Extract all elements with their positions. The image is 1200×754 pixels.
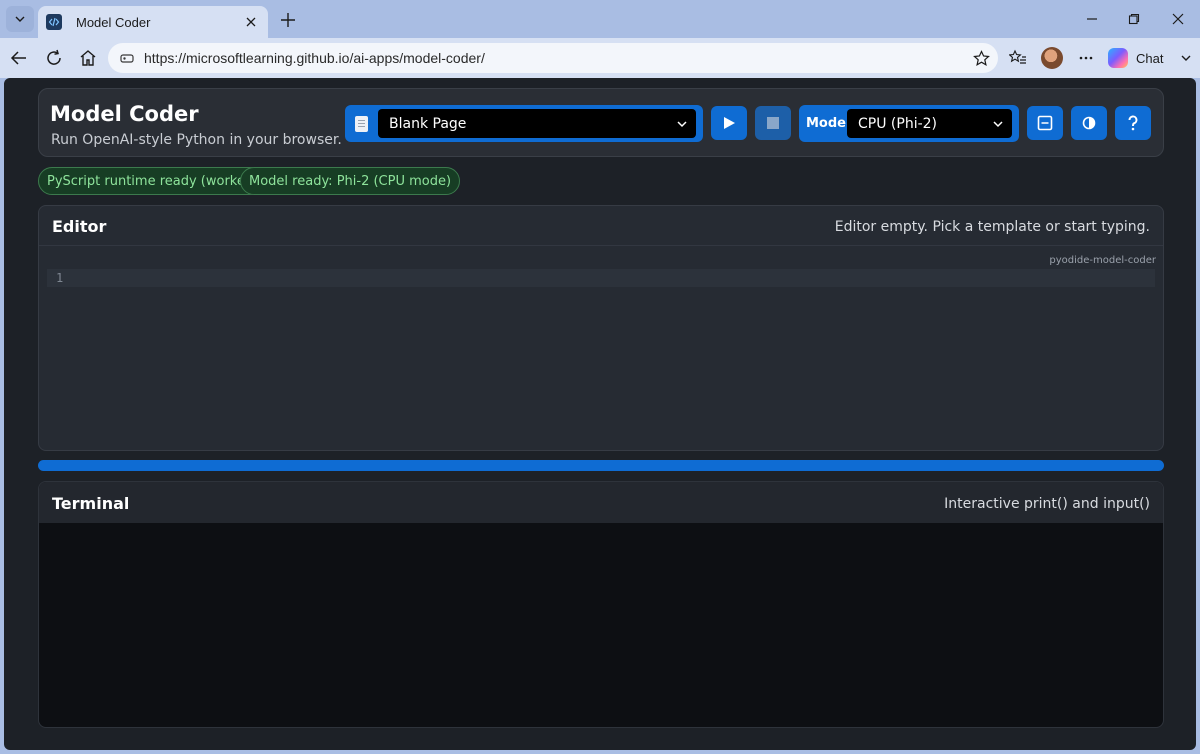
status-badge-model: Model ready: Phi-2 (CPU mode) (240, 167, 461, 195)
terminal-header: Terminal Interactive print() and input() (39, 482, 1163, 523)
minimize-icon (1087, 18, 1097, 20)
close-icon (1172, 13, 1184, 25)
copilot-chat-button[interactable]: Chat (1108, 44, 1172, 72)
app-header: Model Coder Run OpenAI-style Python in y… (38, 88, 1164, 157)
plus-icon (281, 13, 295, 27)
home-button[interactable] (74, 44, 102, 72)
home-icon (80, 50, 96, 66)
mode-select[interactable]: CPU (Phi-2) (847, 109, 1012, 138)
editor-status-note: Editor empty. Pick a template or start t… (834, 219, 1150, 235)
stop-button[interactable] (755, 106, 791, 140)
terminal-panel: Terminal Interactive print() and input() (38, 481, 1164, 728)
url-text[interactable]: https://microsoftlearning.github.io/ai-a… (144, 50, 485, 66)
chevron-down-icon (1181, 55, 1191, 61)
panel-resize-handle[interactable] (38, 460, 1164, 471)
theme-toggle-button[interactable] (1071, 106, 1107, 140)
status-badge-runtime-text: PyScript runtime ready (worker) (47, 173, 256, 189)
layout-toggle-button[interactable] (1027, 106, 1063, 140)
editor-panel: Editor Editor empty. Pick a template or … (38, 205, 1164, 451)
more-horizontal-icon (1079, 56, 1093, 60)
status-badge-model-text: Model ready: Phi-2 (CPU mode) (249, 173, 452, 189)
refresh-button[interactable] (40, 44, 68, 72)
code-editor[interactable]: 1 (47, 269, 1155, 287)
help-button[interactable] (1115, 106, 1151, 140)
tab-actions-button[interactable] (6, 6, 34, 32)
code-favicon-icon (46, 14, 62, 30)
contrast-icon (1082, 116, 1096, 130)
mode-select-value: CPU (Phi-2) (858, 115, 938, 132)
line-number: 1 (56, 271, 64, 285)
page-title: Model Coder (50, 102, 199, 126)
address-bar[interactable]: https://microsoftlearning.github.io/ai-a… (108, 43, 998, 73)
refresh-icon (47, 49, 61, 65)
close-window-button[interactable] (1158, 6, 1198, 32)
page-viewport: Model Coder Run OpenAI-style Python in y… (4, 78, 1196, 750)
status-badge-runtime: PyScript runtime ready (worker) (38, 167, 265, 195)
chevron-down-icon (993, 121, 1003, 128)
editor-divider (39, 245, 1163, 246)
terminal-output[interactable] (39, 523, 1163, 727)
back-button[interactable] (5, 44, 33, 72)
browser-tab[interactable]: Model Coder (38, 6, 268, 38)
browser-titlebar: Model Coder (0, 0, 1200, 38)
new-tab-button[interactable] (276, 8, 300, 32)
browser-toolbar: https://microsoftlearning.github.io/ai-a… (0, 38, 1200, 78)
favorite-star-icon[interactable] (973, 50, 990, 67)
question-mark-icon (1128, 115, 1138, 131)
restore-icon (1128, 13, 1140, 25)
chat-label: Chat (1136, 50, 1164, 66)
favorites-button[interactable] (1004, 44, 1032, 72)
template-select[interactable]: Blank Page (378, 109, 696, 138)
page-subtitle: Run OpenAI-style Python in your browser. (51, 132, 342, 148)
mode-picker: Mode CPU (Phi-2) (799, 105, 1019, 142)
document-icon (355, 116, 368, 132)
favorites-list-icon (1009, 49, 1026, 64)
tab-title: Model Coder (76, 14, 151, 30)
copilot-icon (1108, 48, 1128, 68)
site-info-icon[interactable] (120, 51, 134, 65)
template-picker: Blank Page (345, 105, 703, 142)
terminal-title: Terminal (52, 494, 130, 513)
terminal-status-note: Interactive print() and input() (944, 496, 1150, 512)
split-layout-icon (1037, 115, 1053, 131)
chevron-down-icon (677, 121, 687, 128)
mode-label: Mode (806, 116, 846, 131)
play-icon (724, 117, 735, 129)
template-select-value: Blank Page (389, 115, 467, 132)
profile-avatar[interactable] (1041, 47, 1063, 69)
run-button[interactable] (711, 106, 747, 140)
editor-title: Editor (52, 217, 107, 236)
close-tab-icon[interactable] (242, 13, 260, 31)
arrow-left-icon (10, 51, 26, 65)
more-options-button[interactable] (1072, 44, 1100, 72)
restore-button[interactable] (1114, 6, 1154, 32)
chevron-down-icon (15, 16, 25, 22)
stop-icon (767, 117, 779, 129)
editor-tag: pyodide-model-coder (1049, 255, 1156, 266)
sidebar-toggle-button[interactable] (1172, 44, 1200, 72)
minimize-button[interactable] (1072, 6, 1112, 32)
